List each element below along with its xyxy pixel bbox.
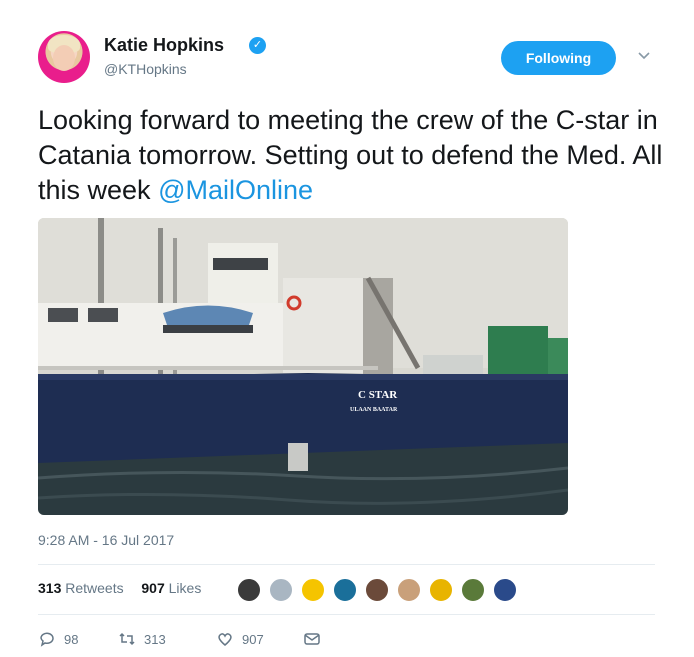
user-name[interactable]: Katie Hopkins: [104, 35, 224, 56]
ship-port-label: ULAAN BAATAR: [350, 407, 398, 413]
verified-badge-icon: ✓: [249, 37, 266, 54]
liker-avatar[interactable]: [397, 578, 421, 602]
liker-avatar[interactable]: [493, 578, 517, 602]
liker-avatar[interactable]: [333, 578, 357, 602]
likes-label[interactable]: Likes: [169, 580, 202, 596]
heart-icon: [218, 633, 232, 646]
following-button[interactable]: Following: [501, 41, 616, 75]
liker-avatar[interactable]: [429, 578, 453, 602]
ship-name-label: C STAR: [358, 389, 398, 401]
avatar-face: [53, 45, 75, 71]
tweet-text: Looking forward to meeting the crew of t…: [38, 103, 668, 208]
liker-avatar[interactable]: [461, 578, 485, 602]
tweet-photo[interactable]: C STAR ULAAN BAATAR: [38, 218, 568, 515]
liker-avatar[interactable]: [269, 578, 293, 602]
engagement-stats: 313 Retweets 907 Likes: [38, 580, 201, 596]
user-handle[interactable]: @KTHopkins: [104, 61, 187, 77]
tweet-body: Looking forward to meeting the crew of t…: [38, 105, 663, 205]
divider: [38, 564, 655, 565]
retweet-count: 313: [144, 631, 166, 647]
mention-link[interactable]: @MailOnline: [158, 175, 313, 205]
ship-image: C STAR ULAAN BAATAR: [38, 218, 568, 515]
like-button[interactable]: 907: [216, 630, 264, 648]
direct-message-button[interactable]: [303, 630, 321, 648]
liker-avatar[interactable]: [301, 578, 325, 602]
avatar[interactable]: [38, 31, 90, 83]
divider: [38, 614, 655, 615]
reply-count: 98: [64, 631, 79, 647]
retweets-label[interactable]: Retweets: [65, 580, 123, 596]
likes-count[interactable]: 907: [141, 580, 164, 596]
retweet-icon: [119, 632, 135, 646]
timestamp[interactable]: 9:28 AM - 16 Jul 2017: [38, 532, 174, 548]
liker-avatar[interactable]: [365, 578, 389, 602]
chevron-down-icon[interactable]: [637, 48, 651, 62]
reply-icon: [40, 632, 54, 647]
liker-avatar[interactable]: [237, 578, 261, 602]
retweet-button[interactable]: 313: [118, 630, 166, 648]
like-count: 907: [242, 631, 264, 647]
reply-button[interactable]: 98: [38, 630, 78, 648]
envelope-icon: [304, 633, 320, 645]
retweets-count[interactable]: 313: [38, 580, 61, 596]
